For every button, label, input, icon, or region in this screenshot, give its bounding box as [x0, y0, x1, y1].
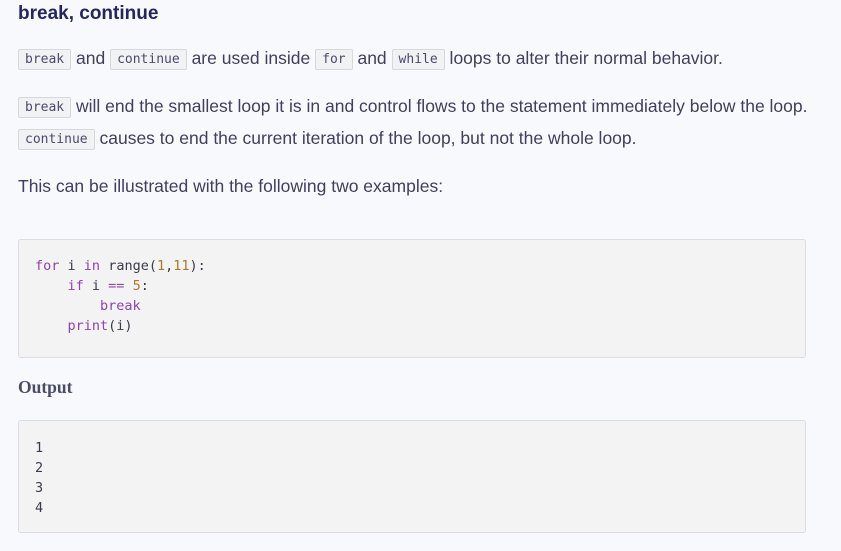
- section-title: break, continue: [18, 3, 159, 24]
- output-line: 1: [35, 440, 44, 456]
- text: will end the smallest loop it is in and …: [71, 96, 808, 116]
- text: causes to end the current iteration of t…: [94, 128, 637, 148]
- code-line: break: [100, 298, 141, 314]
- code-line: if i == 5:: [67, 278, 149, 294]
- code-block: for i in range(1,11): if i == 5: break p…: [18, 239, 806, 358]
- inline-code-while: while: [391, 49, 445, 70]
- inline-code-continue: continue: [110, 49, 187, 70]
- output-line: 2: [35, 460, 44, 476]
- inline-code-break: break: [18, 97, 72, 118]
- output-heading: Output: [18, 377, 73, 397]
- output-line: 4: [35, 500, 44, 516]
- intro-paragraph: break and continue are used inside for a…: [18, 43, 808, 75]
- text: and: [352, 48, 392, 68]
- inline-code-continue: continue: [18, 129, 95, 150]
- text: loops to alter their normal behavior.: [444, 48, 723, 68]
- text: are used inside: [186, 48, 316, 68]
- text: and: [71, 48, 111, 68]
- inline-code-break: break: [18, 49, 72, 70]
- output-line: 3: [35, 480, 44, 496]
- output-block: 1 2 3 4: [18, 420, 806, 533]
- code-line: print(i): [67, 318, 133, 334]
- inline-code-for: for: [315, 49, 353, 70]
- code-line: for i in range(1,11):: [35, 258, 206, 274]
- explanation-paragraph: break will end the smallest loop it is i…: [18, 91, 808, 155]
- examples-intro: This can be illustrated with the followi…: [18, 176, 444, 196]
